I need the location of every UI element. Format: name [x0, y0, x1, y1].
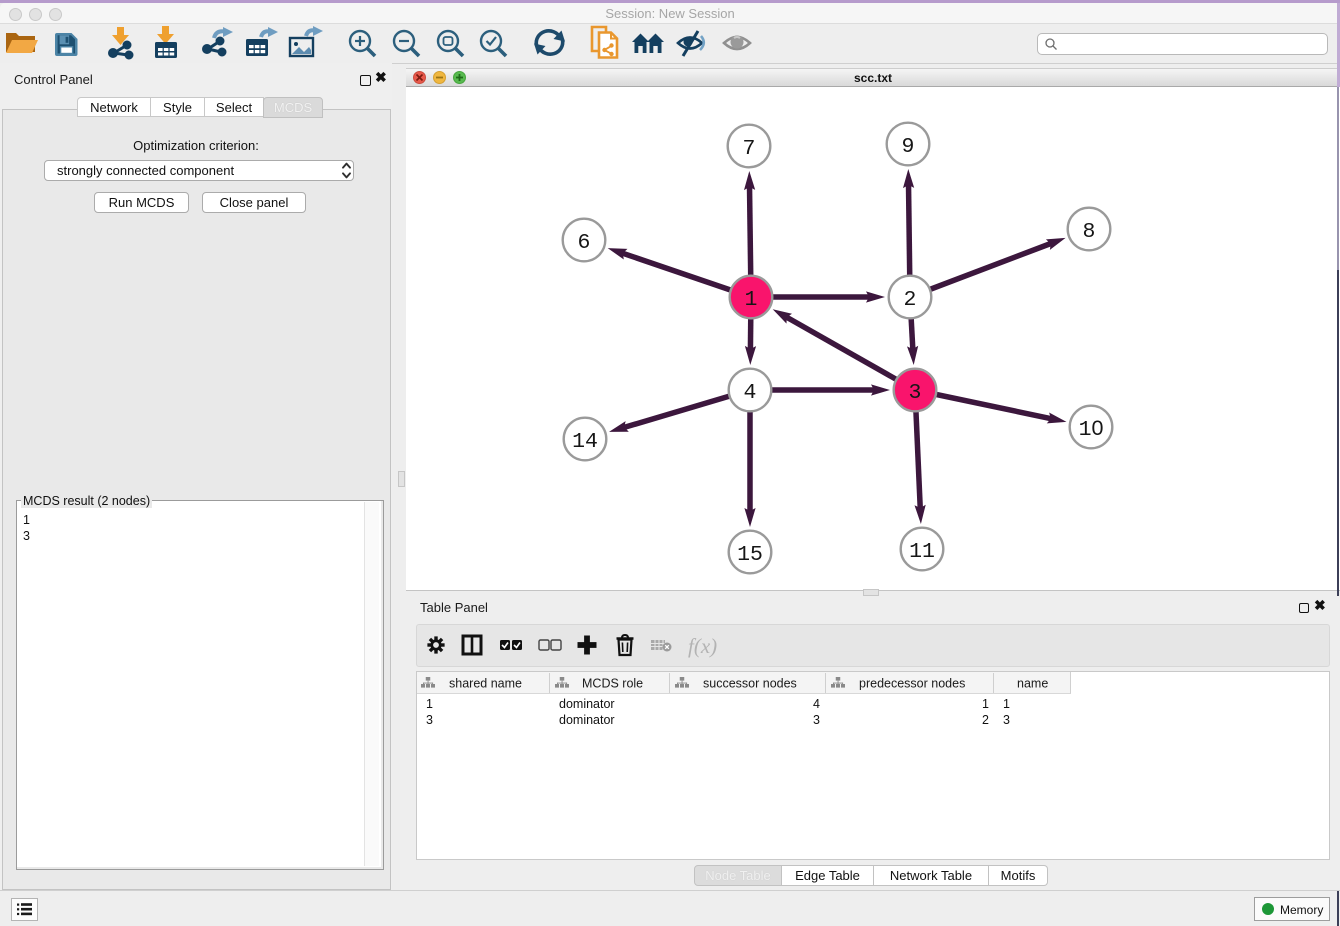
svg-text:4: 4 [744, 381, 757, 405]
svg-text:14: 14 [572, 430, 598, 454]
svg-text:9: 9 [902, 135, 915, 159]
svg-text:name: name [1017, 677, 1048, 691]
svg-text:predecessor nodes: predecessor nodes [859, 677, 965, 691]
svg-text:successor nodes: successor nodes [703, 677, 797, 691]
svg-text:8: 8 [1083, 220, 1096, 244]
svg-text:10: 10 [1079, 416, 1104, 442]
svg-text:15: 15 [737, 543, 763, 567]
svg-text:f(x): f(x) [688, 634, 717, 658]
svg-text:MCDS role: MCDS role [582, 677, 643, 691]
svg-text:11: 11 [909, 540, 935, 564]
svg-text:1: 1 [745, 288, 758, 312]
svg-text:3: 3 [909, 381, 922, 405]
svg-text:shared name: shared name [449, 677, 522, 691]
svg-text:7: 7 [743, 137, 756, 161]
svg-text:2: 2 [904, 288, 917, 312]
svg-text:6: 6 [578, 231, 591, 255]
